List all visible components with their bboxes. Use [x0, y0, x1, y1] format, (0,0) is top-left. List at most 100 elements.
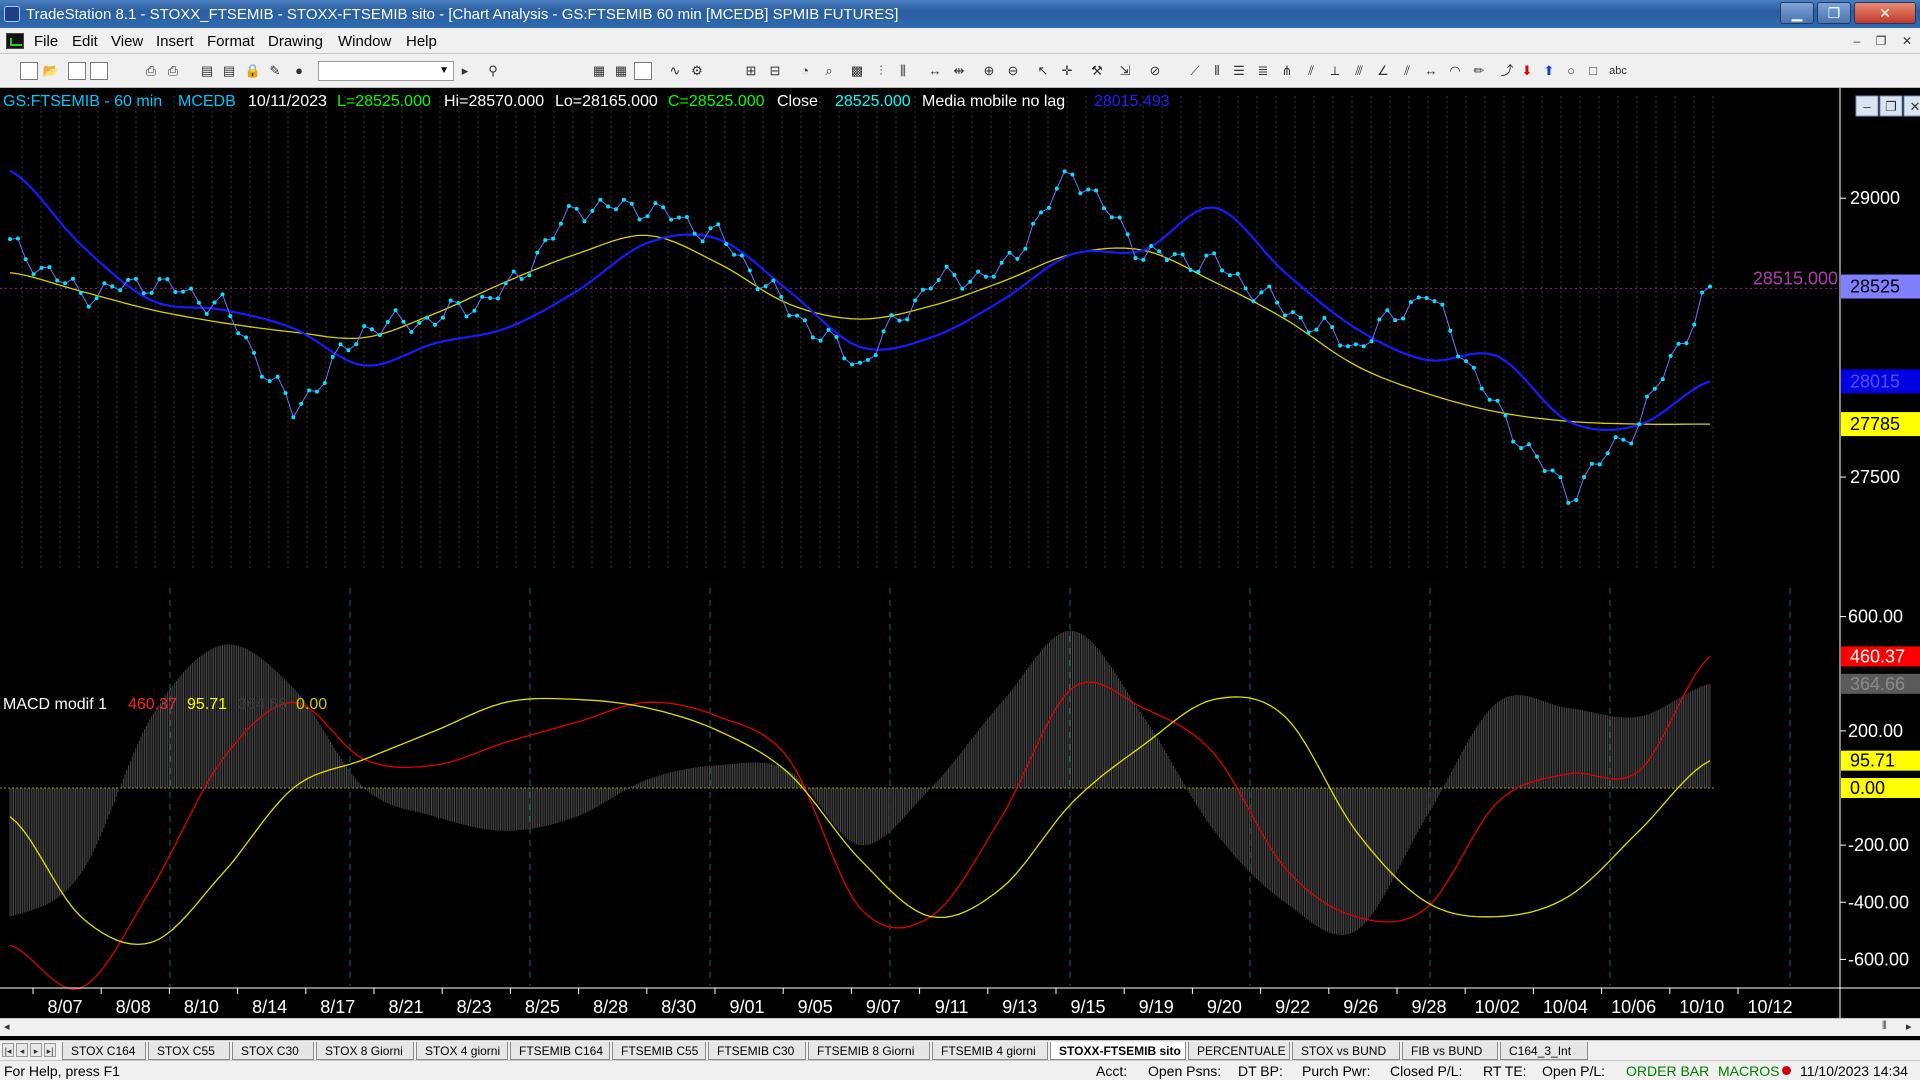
trendline-icon[interactable]: ⟋ — [1186, 62, 1204, 80]
volume-icon[interactable]: ⫶ — [872, 62, 890, 80]
sheet-tab[interactable]: FIB vs BUND — [1402, 1042, 1498, 1060]
andrews-pitchfork-icon[interactable]: ⋔ — [1278, 62, 1296, 80]
search-symbol-icon[interactable]: ⚲ — [484, 62, 502, 80]
chart-type-icon[interactable]: ▩ — [848, 62, 866, 80]
chart-header-data-source: MCEDB — [178, 93, 236, 110]
format-icon[interactable]: ▦ — [590, 62, 608, 80]
crosshair-icon[interactable]: ✛ — [1058, 62, 1076, 80]
sheet-tab[interactable]: FTSEMIB 8 Giorni — [808, 1042, 930, 1060]
chart-analysis-window[interactable]: 29000 27500 28515.000 28525 28015 27785 600.00… — [0, 88, 1920, 1028]
menu-help[interactable]: Help — [406, 33, 437, 50]
compress-bars-icon[interactable]: ⇹ — [950, 62, 968, 80]
menu-window[interactable]: Window — [338, 33, 391, 50]
prev-tab-icon[interactable]: ◂ — [16, 1043, 28, 1057]
chart-canvas[interactable]: 29000 27500 28515.000 28525 28015 27785 600.00… — [0, 88, 1920, 1018]
macros-button[interactable]: MACROS — [1718, 1063, 1779, 1079]
mdi-close-button[interactable]: ✕ — [1896, 33, 1918, 49]
symbol-dropdown[interactable] — [318, 61, 454, 81]
color-palette-icon[interactable]: ● — [290, 62, 308, 80]
hide-drawing-icon[interactable]: ⊘ — [1146, 62, 1164, 80]
format-window-icon[interactable]: ▦ — [612, 62, 630, 80]
vertical-line-icon[interactable]: ⦀ — [1208, 62, 1226, 80]
copy-icon[interactable] — [90, 62, 108, 80]
dropdown-arrow-icon[interactable]: ▸ — [456, 62, 474, 80]
menu-drawing[interactable]: Drawing — [268, 33, 323, 50]
indicator-icon[interactable]: ∿ — [666, 62, 684, 80]
gann-fan-icon[interactable]: ⫻ — [1350, 62, 1368, 80]
save-icon[interactable] — [68, 62, 86, 80]
horizontal-line-icon[interactable]: ☰ — [1230, 62, 1248, 80]
sheet-tab[interactable]: STOX C55 — [148, 1042, 230, 1060]
window-icon[interactable]: ▤ — [198, 62, 216, 80]
strategy-icon[interactable]: ⚙ — [688, 62, 706, 80]
mdi-minimize-button[interactable]: – — [1846, 33, 1868, 49]
minimize-button[interactable]: ▁ — [1780, 2, 1814, 24]
chart-scrollbar[interactable]: ◂ ⦀ ▸ — [0, 1018, 1920, 1036]
sheet-tab[interactable]: STOXX-FTSEMIB sito — [1050, 1042, 1186, 1060]
text-icon[interactable]: abc — [1606, 62, 1630, 80]
next-tab-icon[interactable]: ▸ — [30, 1043, 42, 1057]
mdi-restore-button[interactable]: ❐ — [1870, 33, 1892, 49]
close-button[interactable]: ✕ — [1854, 2, 1916, 24]
data-window-icon[interactable] — [634, 62, 652, 80]
expand-bars-icon[interactable]: ↔ — [926, 62, 944, 80]
ruler-icon[interactable]: ↔ — [1422, 62, 1440, 80]
order-bar-button[interactable]: ORDER BAR — [1626, 1063, 1709, 1079]
bar-chart-icon[interactable]: ⊞ — [742, 62, 760, 80]
sheet-tab[interactable]: STOX vs BUND — [1292, 1042, 1400, 1060]
regression-icon[interactable]: ⫽ — [1398, 62, 1416, 80]
fib-extension-icon[interactable]: ⟂ — [1326, 62, 1344, 80]
sheet-tab[interactable]: STOX C164 — [62, 1042, 146, 1060]
sheet-tab[interactable]: STOX 8 Giorni — [316, 1042, 414, 1060]
tools-icon[interactable]: ⚒ — [1088, 62, 1106, 80]
rectangle-icon[interactable]: □ — [1584, 62, 1602, 80]
curve-icon[interactable]: ⤴ — [1498, 62, 1516, 80]
zoom-out-icon[interactable]: ⊖ — [1004, 62, 1022, 80]
maximize-button[interactable]: ❐ — [1817, 2, 1851, 24]
menu-insert[interactable]: Insert — [156, 33, 194, 50]
cursor-icon[interactable]: ⇲ — [1116, 62, 1134, 80]
sheet-tab[interactable]: FTSEMIB C55 — [612, 1042, 706, 1060]
scanner-icon[interactable]: ⌕ — [820, 62, 838, 80]
close-price-point — [1676, 341, 1681, 346]
close-price-point — [826, 327, 831, 332]
candlestick-icon[interactable]: ⊟ — [766, 62, 784, 80]
sheet-tab[interactable]: STOX 4 giorni — [416, 1042, 508, 1060]
lock-icon[interactable]: 🔒 — [244, 62, 262, 80]
scroll-left-icon[interactable]: ◂ — [4, 1020, 10, 1033]
ellipse-icon[interactable]: ○ — [1562, 62, 1580, 80]
sheet-tab[interactable]: PERCENTUALE — [1188, 1042, 1290, 1060]
pencil-icon[interactable]: ✏ — [1470, 62, 1488, 80]
sheet-tab[interactable]: FTSEMIB C164 — [510, 1042, 610, 1060]
channel-icon[interactable]: ≣ — [1254, 62, 1272, 80]
print-preview-icon[interactable]: ⎙ — [164, 62, 182, 80]
new-file-icon[interactable] — [20, 62, 38, 80]
sheet-tab[interactable]: FTSEMIB 4 giorni — [932, 1042, 1048, 1060]
open-icon[interactable]: 📂 — [42, 62, 60, 80]
print-icon[interactable]: ⎙ — [142, 62, 160, 80]
window-layout-icon[interactable]: ▤ — [220, 62, 238, 80]
scroll-right-icon[interactable]: ▸ — [1906, 1020, 1912, 1033]
first-tab-icon[interactable]: |◂ — [2, 1043, 14, 1057]
sheet-tab[interactable]: C164_3_Int — [1500, 1042, 1588, 1060]
menu-edit[interactable]: Edit — [72, 33, 98, 50]
chart-window-icon[interactable] — [6, 33, 24, 49]
arrow-up-icon[interactable]: ⬆ — [1540, 62, 1558, 80]
close-price-point — [385, 320, 390, 324]
arc-icon[interactable]: ◠ — [1446, 62, 1464, 80]
sheet-tab[interactable]: STOX C30 — [232, 1042, 314, 1060]
menu-file[interactable]: File — [34, 33, 58, 50]
last-tab-icon[interactable]: ▸| — [44, 1043, 56, 1057]
chart-wizard-icon[interactable]: ✎ — [266, 62, 284, 80]
menu-view[interactable]: View — [111, 33, 143, 50]
menu-format[interactable]: Format — [207, 33, 255, 50]
pointer-icon[interactable]: ↖ — [1034, 62, 1052, 80]
scrollbar-grip-icon[interactable]: ⦀ — [1882, 1020, 1887, 1033]
sheet-tab[interactable]: FTSEMIB C30 — [708, 1042, 806, 1060]
fibonacci-icon[interactable]: ⫽ — [1302, 62, 1320, 80]
zoom-in-icon[interactable]: ⊕ — [980, 62, 998, 80]
ohlc-icon[interactable]: ⫼ — [894, 62, 912, 80]
speed-lines-icon[interactable]: ∠ — [1374, 62, 1392, 80]
clock-icon[interactable]: ◔ — [796, 62, 814, 80]
arrow-down-icon[interactable]: ⬇ — [1518, 62, 1536, 80]
